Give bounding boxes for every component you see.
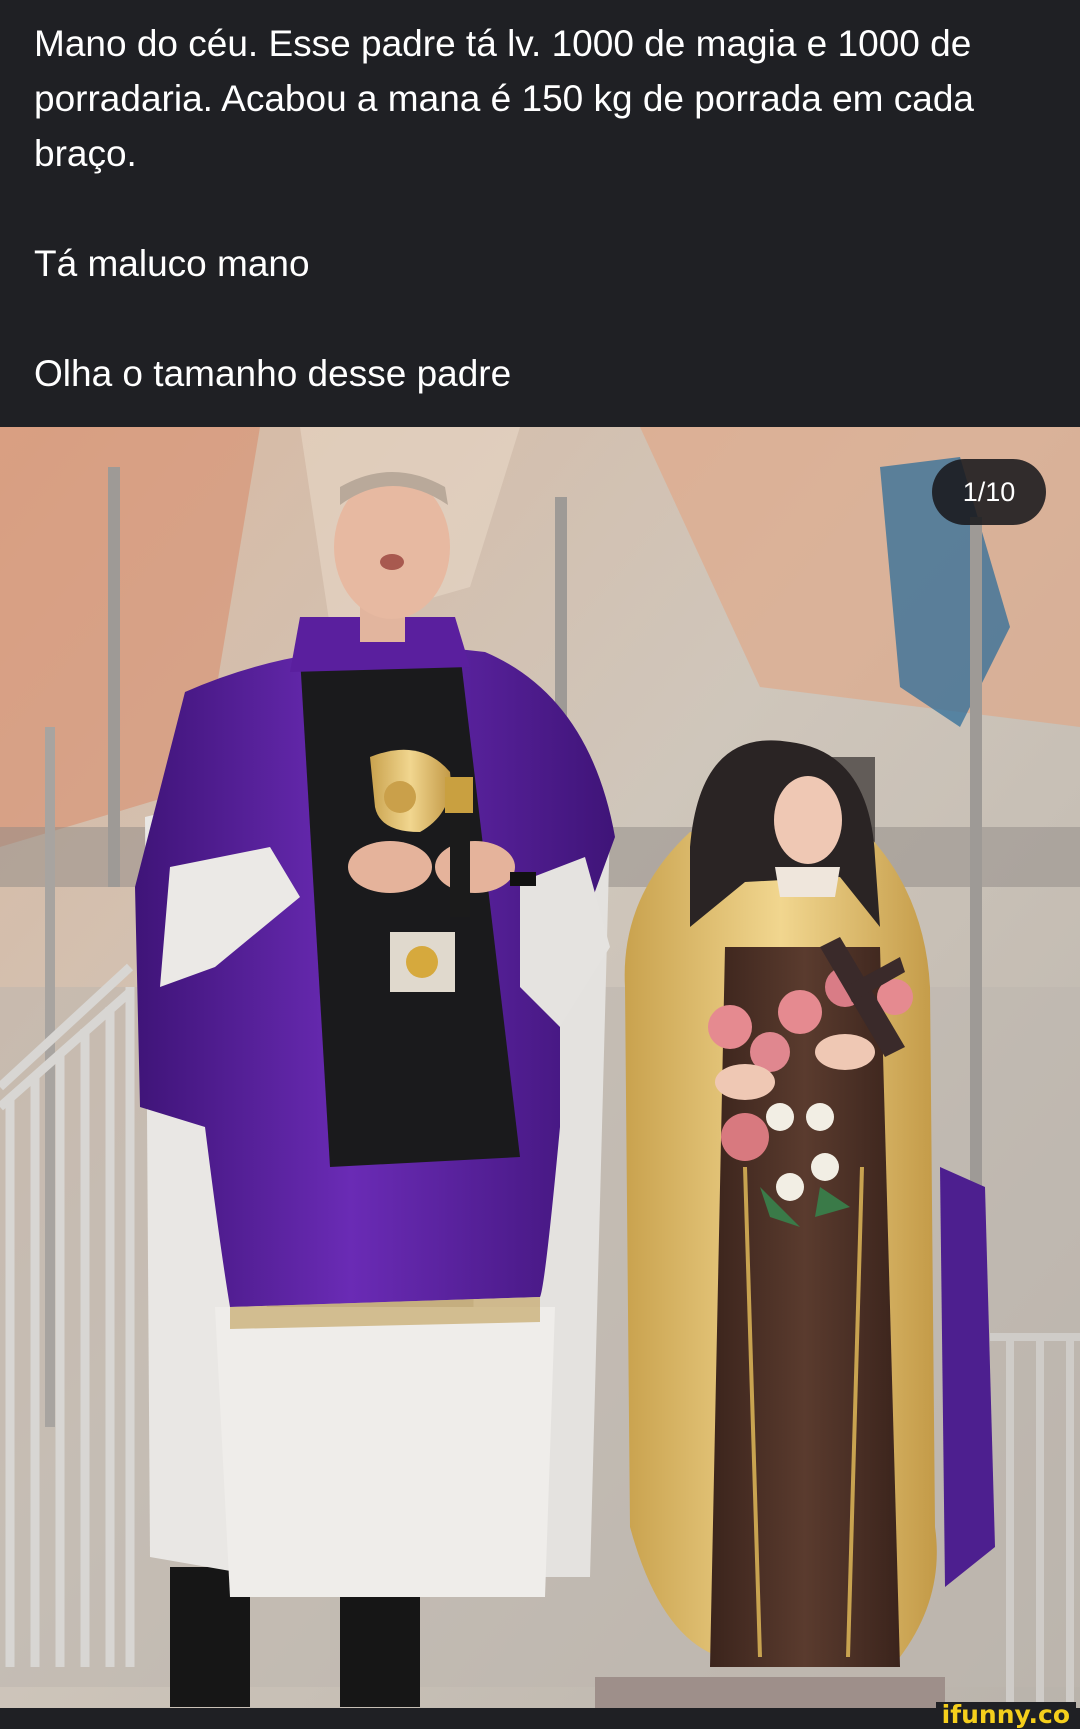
ifunny-watermark: ifunny.co [935, 1702, 1076, 1728]
post-photo[interactable] [0, 427, 1080, 1708]
post-caption: Mano do céu. Esse padre tá lv. 1000 de m… [0, 0, 1080, 427]
photo-illustration [0, 427, 1080, 1708]
caption-paragraph: Olha o tamanho desse padre [34, 353, 512, 394]
image-counter-badge: 1/10 [932, 459, 1046, 525]
caption-paragraph: Tá maluco mano [34, 243, 310, 284]
footer-bar: ifunny.co [0, 1702, 1080, 1728]
caption-paragraph: Mano do céu. Esse padre tá lv. 1000 de m… [34, 23, 975, 174]
